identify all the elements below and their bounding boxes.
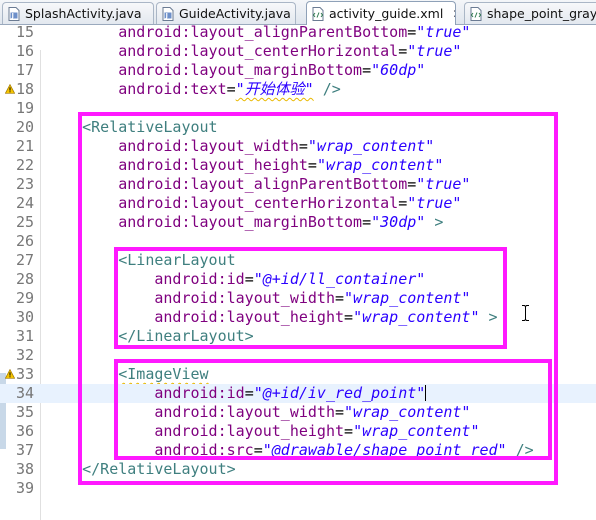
line-number: 33 (15, 365, 34, 383)
line-number: 15 (15, 23, 34, 41)
line-number: 37 (15, 441, 34, 459)
line-number: 23 (15, 175, 34, 193)
line-number: 22 (15, 156, 34, 174)
tab-shape-point-gray[interactable]: shape_point_gray. (464, 2, 596, 24)
editor-tab-bar: J SplashActivity.java J GuideActivity.java… (0, 0, 596, 25)
line-number: 24 (15, 194, 34, 212)
equals-sign: = (398, 42, 408, 60)
code-line[interactable]: 16 android:layout_centerHorizontal="true… (0, 42, 596, 61)
text-cursor-ibeam-icon (522, 305, 529, 321)
xml-attribute: android:layout_marginBottom (118, 61, 363, 79)
line-number: 32 (15, 346, 34, 364)
xml-value: "60dp" (371, 61, 426, 79)
tab-label: GuideActivity.java (179, 6, 291, 21)
code-text: android:layout_centerHorizontal="true" (46, 42, 461, 61)
code-line[interactable]: 18 android:text="开始体验" /> (0, 80, 596, 99)
xml-attribute: android:layout_centerHorizontal (118, 42, 399, 60)
equals-sign: = (362, 61, 372, 79)
xml-value: "true" (416, 23, 471, 41)
line-number: 31 (15, 327, 34, 345)
line-number: 38 (15, 460, 34, 478)
line-number: 21 (15, 137, 34, 155)
line-number: 34 (15, 384, 34, 402)
line-number: 39 (15, 479, 34, 497)
line-number: 26 (15, 232, 34, 250)
xml-attribute: android:text (118, 80, 227, 98)
line-number: 25 (15, 213, 34, 231)
code-text: android:text="开始体验" /> (46, 80, 341, 99)
xml-file-icon (470, 6, 487, 21)
line-number: 29 (15, 289, 34, 307)
line-number: 27 (15, 251, 34, 269)
highlight-box-imageview (114, 359, 552, 460)
tab-guide-activity[interactable]: J GuideActivity.java (156, 2, 296, 24)
xml-attribute: android:layout_alignParentBottom (118, 23, 408, 41)
line-number: 16 (15, 42, 34, 60)
highlight-box-linearlayout (114, 247, 507, 349)
line-number: 19 (15, 99, 34, 117)
svg-text:J: J (11, 12, 14, 19)
line-number: 20 (15, 118, 34, 136)
line-number: 18 (15, 80, 34, 98)
line-number: 36 (15, 422, 34, 440)
svg-text:J: J (165, 12, 168, 19)
code-text: android:layout_marginBottom="60dp" (46, 61, 425, 80)
xml-value: "开始体验" (235, 80, 314, 98)
java-file-icon: J (8, 6, 25, 21)
tag-close: /> (313, 80, 341, 98)
line-number: 17 (15, 61, 34, 79)
tab-activity-guide-xml[interactable]: activity_guide.xml ✕ (306, 1, 456, 25)
tab-label: activity_guide.xml (329, 6, 444, 21)
equals-sign: = (407, 23, 417, 41)
tab-label: shape_point_gray. (487, 6, 596, 21)
tab-label: SplashActivity.java (25, 6, 142, 21)
xml-value: "true" (407, 42, 462, 60)
line-number: 28 (15, 270, 34, 288)
xml-file-icon (312, 6, 329, 21)
line-number: 35 (15, 403, 34, 421)
code-line[interactable]: 17 android:layout_marginBottom="60dp" (0, 61, 596, 80)
equals-sign: = (226, 80, 236, 98)
tab-splash-activity[interactable]: J SplashActivity.java (2, 2, 154, 24)
code-text: android:layout_alignParentBottom="true" (46, 23, 470, 42)
xml-editor[interactable]: 15 android:layout_alignParentBottom="tru… (0, 23, 596, 520)
code-line[interactable]: 15 android:layout_alignParentBottom="tru… (0, 23, 596, 42)
java-file-icon: J (162, 6, 179, 21)
close-tab-icon[interactable]: ✕ (452, 8, 455, 20)
line-number: 30 (15, 308, 34, 326)
